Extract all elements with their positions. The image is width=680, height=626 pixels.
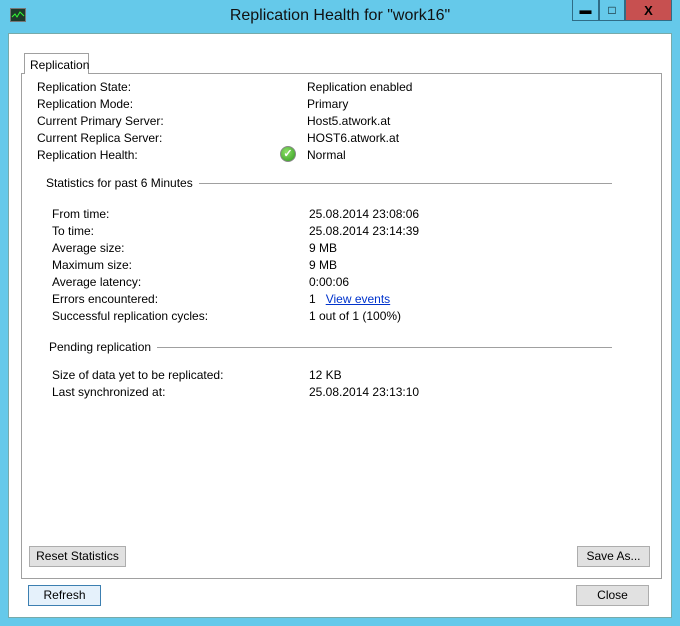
average-latency-label: Average latency:: [52, 275, 142, 289]
view-events-link[interactable]: View events: [326, 292, 390, 306]
replication-state-label: Replication State:: [37, 80, 132, 94]
last-sync-label: Last synchronized at:: [52, 385, 166, 399]
to-time-label: To time:: [52, 224, 95, 238]
check-icon: ✓: [280, 146, 296, 162]
to-time-value: 25.08.2014 23:14:39: [309, 224, 420, 238]
save-as-button[interactable]: Save As...: [577, 546, 650, 567]
maximize-button[interactable]: □: [599, 0, 625, 21]
pending-size-value: 12 KB: [309, 368, 342, 382]
from-time-label: From time:: [52, 207, 110, 221]
title-bar: Replication Health for "work16" ▬ □ X: [0, 0, 680, 32]
replica-server-value: HOST6.atwork.at: [307, 131, 400, 145]
refresh-button[interactable]: Refresh: [28, 585, 101, 606]
stats-section-title: Statistics for past 6 Minutes: [46, 176, 193, 190]
reset-statistics-button[interactable]: Reset Statistics: [29, 546, 126, 567]
maximum-size-label: Maximum size:: [52, 258, 133, 272]
cycles-label: Successful replication cycles:: [52, 309, 209, 323]
replication-health-label: Replication Health:: [37, 148, 138, 162]
primary-server-value: Host5.atwork.at: [307, 114, 391, 128]
maximum-size-value: 9 MB: [309, 258, 338, 272]
minimize-button[interactable]: ▬: [572, 0, 599, 21]
cycles-value: 1 out of 1 (100%): [309, 309, 402, 323]
stats-section-header: Statistics for past 6 Minutes: [46, 176, 612, 190]
dialog-client: Replication Replication State: Replicati…: [8, 33, 672, 618]
tab-replication[interactable]: Replication: [24, 53, 89, 74]
pending-section-title: Pending replication: [49, 340, 152, 354]
replication-state-value: Replication enabled: [307, 80, 413, 94]
average-size-value: 9 MB: [309, 241, 338, 255]
replication-mode-label: Replication Mode:: [37, 97, 134, 111]
close-button[interactable]: Close: [576, 585, 649, 606]
pending-section-header: Pending replication: [49, 340, 612, 354]
errors-value: 1 View events: [309, 292, 390, 306]
replication-health-value: Normal: [307, 148, 346, 162]
pending-size-label: Size of data yet to be replicated:: [52, 368, 224, 382]
average-latency-value: 0:00:06: [309, 275, 350, 289]
last-sync-value: 25.08.2014 23:13:10: [309, 385, 420, 399]
replication-mode-value: Primary: [307, 97, 349, 111]
replication-panel: Replication State: Replication enabled R…: [21, 73, 662, 579]
replica-server-label: Current Replica Server:: [37, 131, 163, 145]
close-window-button[interactable]: X: [625, 0, 672, 21]
average-size-label: Average size:: [52, 241, 125, 255]
primary-server-label: Current Primary Server:: [37, 114, 164, 128]
errors-count: 1: [309, 292, 316, 306]
from-time-value: 25.08.2014 23:08:06: [309, 207, 420, 221]
errors-label: Errors encountered:: [52, 292, 159, 306]
